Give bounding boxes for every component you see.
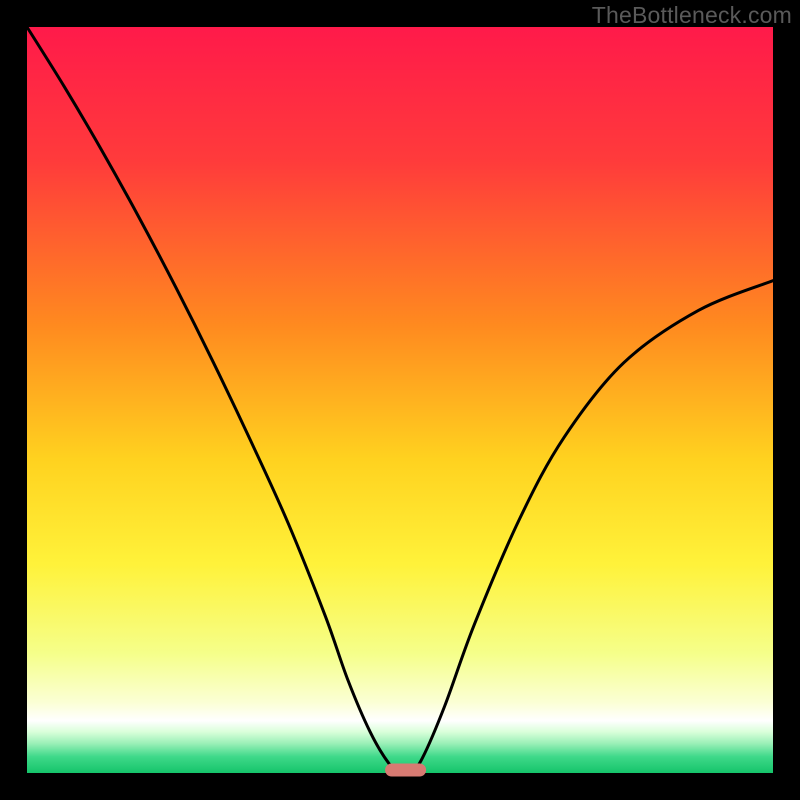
watermark-text: TheBottleneck.com [592,2,792,29]
gradient-background [27,27,773,773]
bottleneck-chart [0,0,800,800]
min-marker [385,764,426,777]
chart-frame: TheBottleneck.com [0,0,800,800]
